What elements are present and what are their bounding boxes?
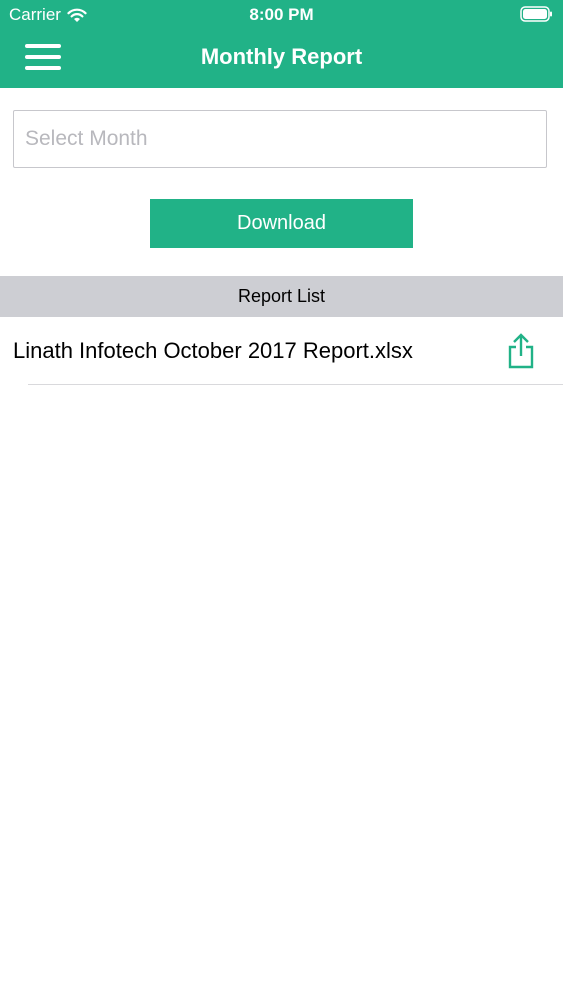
nav-bar: Monthly Report [0,30,563,88]
row-divider [28,384,563,385]
report-file-name: Linath Infotech October 2017 Report.xlsx [13,338,413,363]
download-button[interactable]: Download [150,199,413,248]
top-bar: Carrier 8:00 PM Monthly Report [0,0,563,88]
battery-icon [520,6,553,27]
report-list-header: Report List [0,276,563,317]
status-bar: Carrier 8:00 PM [0,0,563,30]
share-icon[interactable] [505,333,537,369]
status-time: 8:00 PM [249,5,314,24]
report-list-item[interactable]: Linath Infotech October 2017 Report.xlsx [0,317,563,384]
page-title: Monthly Report [200,44,363,69]
select-month-input[interactable] [13,110,547,168]
